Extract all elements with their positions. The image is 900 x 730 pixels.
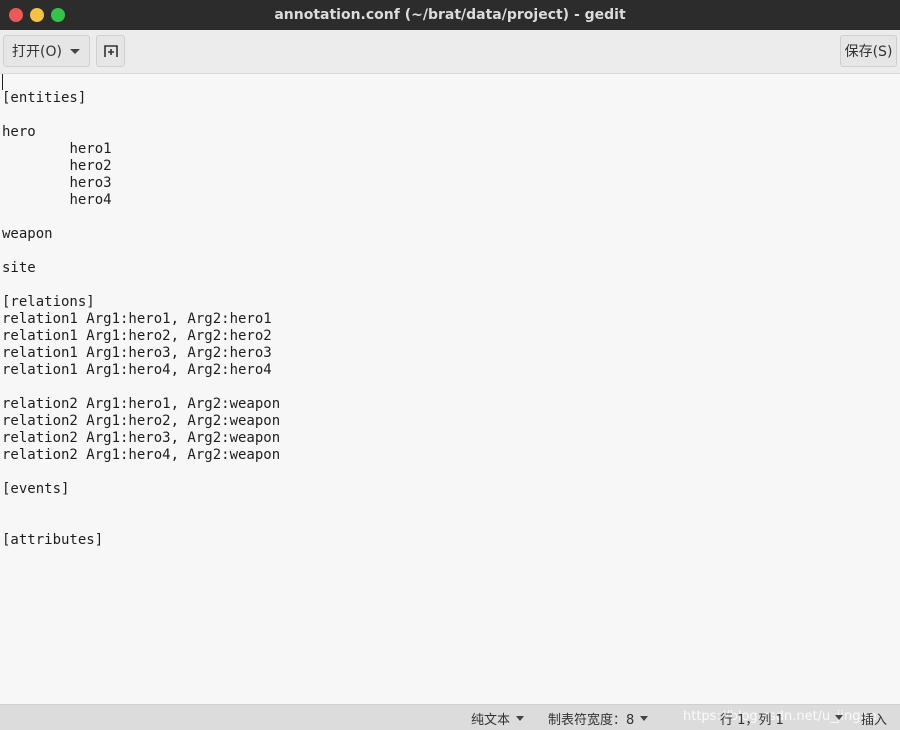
text-cursor: [2, 74, 3, 90]
gedit-window: annotation.conf (~/brat/data/project) - …: [0, 0, 900, 730]
language-label: 纯文本: [471, 713, 511, 728]
tab-width-label: 制表符宽度：8: [548, 713, 635, 728]
status-bar: 纯文本 制表符宽度：8 https://blog.csdn.net/u_jing…: [0, 704, 900, 730]
cursor-position[interactable]: 行 1，列 1: [720, 709, 784, 728]
save-button[interactable]: 保存(S): [840, 35, 897, 67]
editor-content[interactable]: [entities] hero hero1 hero2 hero3 hero4 …: [0, 74, 900, 549]
open-button-label: 打开(O): [12, 44, 62, 60]
chevron-down-icon: [516, 716, 525, 721]
chevron-down-icon: [69, 48, 80, 54]
insert-mode-label: 插入: [861, 713, 888, 728]
language-selector[interactable]: 纯文本: [471, 709, 525, 728]
new-tab-icon: [103, 45, 118, 57]
new-tab-button[interactable]: [96, 35, 125, 67]
cursor-position-label: 行 1，列 1: [720, 713, 784, 728]
toolbar: 打开(O) 保存(S): [0, 30, 900, 74]
title-bar: annotation.conf (~/brat/data/project) - …: [0, 0, 900, 30]
maximize-icon[interactable]: [51, 8, 65, 22]
close-icon[interactable]: [9, 8, 23, 22]
insert-mode[interactable]: 插入: [861, 709, 887, 728]
text-editor[interactable]: [entities] hero hero1 hero2 hero3 hero4 …: [0, 74, 900, 704]
window-title: annotation.conf (~/brat/data/project) - …: [274, 7, 626, 23]
open-button[interactable]: 打开(O): [3, 35, 90, 67]
tab-width-selector[interactable]: 制表符宽度：8: [548, 709, 649, 728]
chevron-down-icon: [640, 716, 649, 721]
minimize-icon[interactable]: [30, 8, 44, 22]
chevron-down-icon[interactable]: [835, 715, 843, 720]
